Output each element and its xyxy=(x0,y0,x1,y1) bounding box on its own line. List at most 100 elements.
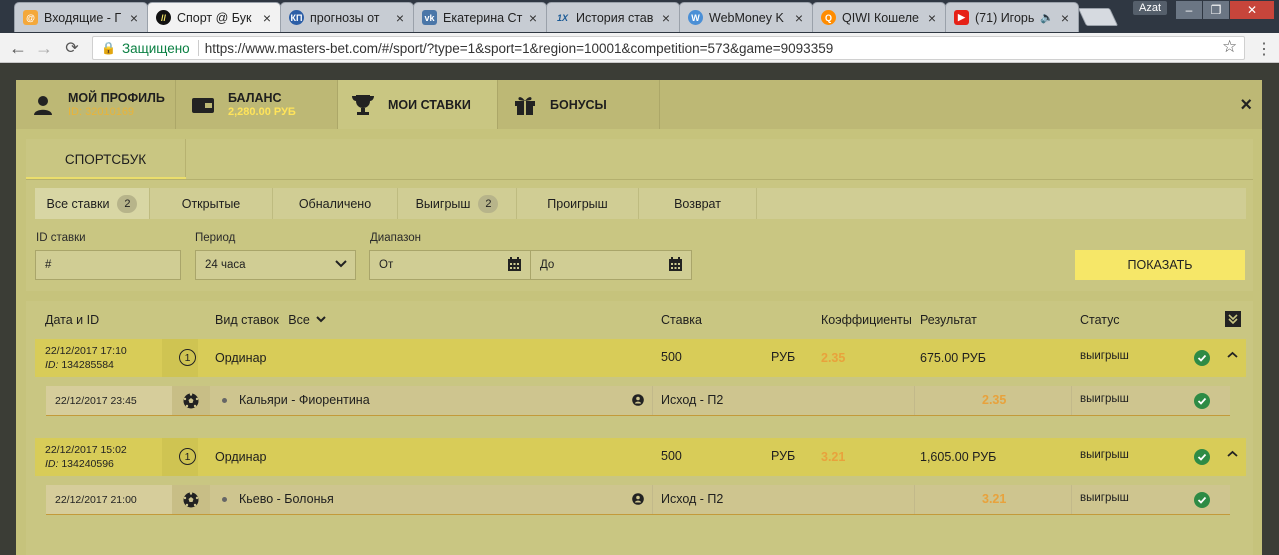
filter-label: Проигрыш xyxy=(547,196,608,211)
team-info-icon[interactable] xyxy=(632,493,644,508)
browser-tab[interactable]: @ Входящие - Г × xyxy=(14,2,148,32)
chevron-up-icon[interactable] xyxy=(1227,449,1238,463)
profile-id: ID: 32010169 xyxy=(68,106,135,118)
filter-lost[interactable]: Проигрыш xyxy=(517,188,639,219)
youtube-icon: ▶ xyxy=(954,10,969,25)
bet-row[interactable]: 22/12/2017 15:02 ID: 134240596 1 Ординар… xyxy=(35,438,1246,476)
tab-title: Спорт @ Бук xyxy=(177,10,252,25)
column-header-status: Статус xyxy=(1080,313,1120,327)
bets-table: Дата и ID Вид ставок Все Ставка Коэффици… xyxy=(26,301,1253,555)
divider xyxy=(197,40,199,56)
bet-type-filter-value: Все xyxy=(288,313,310,327)
maximize-button[interactable]: ❐ xyxy=(1203,1,1229,19)
filter-label: Выигрыш xyxy=(415,196,471,211)
column-header-bet-type: Вид ставок Все xyxy=(215,313,327,327)
chevron-up-icon[interactable] xyxy=(1227,350,1238,364)
tab-title: (71) Игорь xyxy=(975,10,1035,25)
check-icon xyxy=(1194,350,1210,366)
divider xyxy=(1071,386,1072,415)
date-from-input[interactable]: От xyxy=(369,250,531,280)
bet-id-input[interactable]: # xyxy=(35,250,181,280)
tab-sportsbook[interactable]: СПОРТСБУК xyxy=(26,139,186,179)
url-text[interactable]: https://www.masters-bet.com/#/sport/?typ… xyxy=(205,41,834,56)
bet-row[interactable]: 22/12/2017 17:10 ID: 134285584 1 Ординар… xyxy=(35,339,1246,377)
tab-my-profile[interactable]: МОЙ ПРОФИЛЬ ID: 32010169 xyxy=(16,80,176,129)
bet-count-icon: 1 xyxy=(179,448,196,465)
speaker-icon[interactable]: 🔈 xyxy=(1040,11,1054,24)
team-info-icon[interactable] xyxy=(632,394,644,409)
event-status: выигрыш xyxy=(1080,492,1129,504)
tab-bonuses[interactable]: БОНУСЫ xyxy=(498,80,660,129)
close-tab-icon[interactable]: × xyxy=(127,10,141,26)
divider xyxy=(652,386,653,415)
close-tab-icon[interactable]: × xyxy=(260,10,274,26)
bet-date: 22/12/2017 17:10 xyxy=(45,345,127,357)
browser-tab[interactable]: ▶ (71) Игорь 🔈 × xyxy=(945,2,1079,32)
bet-id-label: ID: xyxy=(45,458,59,470)
period-label: Период xyxy=(195,232,236,244)
bet-currency: РУБ xyxy=(771,449,796,463)
calendar-icon[interactable] xyxy=(668,257,683,275)
browser-tab[interactable]: КП прогнозы от × xyxy=(280,2,414,32)
filter-label: Обналичено xyxy=(298,196,372,211)
new-tab-button[interactable] xyxy=(1077,8,1119,26)
forward-arrow-icon[interactable]: → xyxy=(34,38,54,58)
divider xyxy=(914,386,915,415)
date-to-input[interactable]: До xyxy=(530,250,692,280)
back-arrow-icon[interactable]: ← xyxy=(8,38,28,58)
filter-returned[interactable]: Возврат xyxy=(639,188,757,219)
browser-tab[interactable]: 1X История став × xyxy=(546,2,680,32)
bet-status-filters: Все ставки 2 Открытые Обналичено Выигрыш… xyxy=(35,188,1246,219)
bet-currency: РУБ xyxy=(771,350,796,364)
1xbet-icon: 1X xyxy=(556,12,568,23)
tab-title: Входящие - Г xyxy=(44,10,122,25)
tab-title: История став xyxy=(576,10,654,25)
close-window-button[interactable]: ✕ xyxy=(1230,1,1274,19)
range-label: Диапазон xyxy=(370,232,421,244)
filter-won[interactable]: Выигрыш 2 xyxy=(398,188,517,219)
soccer-ball-icon xyxy=(172,386,210,415)
browser-tab[interactable]: vk Екатерина Ст × xyxy=(413,2,547,32)
tab-title: Екатерина Ст xyxy=(443,10,523,25)
wallet-icon xyxy=(190,92,216,118)
show-button[interactable]: ПОКАЗАТЬ xyxy=(1075,250,1245,280)
filter-all-bets[interactable]: Все ставки 2 xyxy=(35,188,150,219)
close-icon[interactable]: × xyxy=(1240,94,1252,117)
profile-badge[interactable]: Azat xyxy=(1133,1,1168,15)
close-tab-icon[interactable]: × xyxy=(792,10,806,26)
tab-my-bets[interactable]: МОИ СТАВКИ xyxy=(338,80,498,129)
bet-id-label: ID ставки xyxy=(36,232,86,244)
close-tab-icon[interactable]: × xyxy=(925,10,939,26)
calendar-icon[interactable] xyxy=(507,257,522,275)
bet-type-filter[interactable]: Все xyxy=(288,313,327,327)
period-select[interactable]: 24 часа xyxy=(195,250,356,280)
tab-title: МОЙ ПРОФИЛЬ xyxy=(68,91,165,105)
bookmark-star-icon[interactable]: ☆ xyxy=(1222,37,1237,57)
close-tab-icon[interactable]: × xyxy=(659,10,673,26)
user-icon xyxy=(30,92,56,118)
my-bets-modal: МОЙ ПРОФИЛЬ ID: 32010169 БАЛАНС 2,280.00… xyxy=(16,80,1262,555)
close-tab-icon[interactable]: × xyxy=(526,10,540,26)
minimize-button[interactable]: – xyxy=(1176,1,1202,19)
filter-open[interactable]: Открытые xyxy=(150,188,273,219)
filter-cashed-out[interactable]: Обналичено xyxy=(273,188,398,219)
close-tab-icon[interactable]: × xyxy=(393,10,407,26)
browser-tab-active[interactable]: // Спорт @ Бук × xyxy=(147,2,281,32)
event-row: 22/12/2017 21:00 Кьево - Болонья Исход -… xyxy=(46,485,1230,515)
address-bar-row: ← → ⟳ 🔒 Защищено https://www.masters-bet… xyxy=(0,33,1279,63)
tab-title: WebMoney K xyxy=(709,10,784,25)
menu-icon[interactable]: ⋮ xyxy=(1256,39,1272,59)
gift-icon xyxy=(512,92,538,118)
event-odds: 2.35 xyxy=(982,393,1007,407)
omnibox[interactable]: 🔒 Защищено https://www.masters-bet.com/#… xyxy=(92,36,1245,60)
browser-tab[interactable]: W WebMoney K × xyxy=(679,2,813,32)
bet-odds: 3.21 xyxy=(821,450,846,464)
browser-tab[interactable]: Q QIWI Кошеле × xyxy=(812,2,946,32)
collapse-all-icon[interactable] xyxy=(1225,311,1241,327)
reload-icon[interactable]: ⟳ xyxy=(62,38,82,58)
event-status: выигрыш xyxy=(1080,393,1129,405)
close-tab-icon[interactable]: × xyxy=(1058,10,1072,26)
tab-balance[interactable]: БАЛАНС 2,280.00 РУБ xyxy=(176,80,338,129)
bet-id-value: 134240596 xyxy=(61,458,114,470)
check-icon xyxy=(1194,449,1210,465)
